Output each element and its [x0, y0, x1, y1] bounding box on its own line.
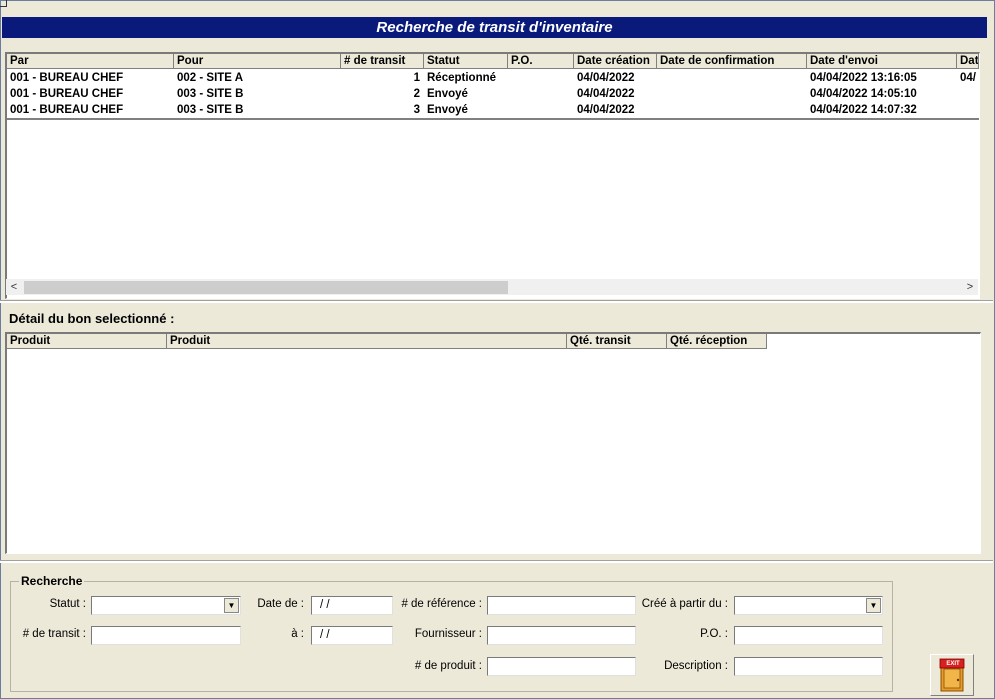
col-header-produit-desc[interactable]: Produit [167, 334, 567, 349]
cell-statut: Envoyé [427, 88, 468, 100]
cell-date-envoi: 04/04/2022 13:16:05 [810, 72, 917, 84]
cell-pour: 003 - SITE B [177, 104, 244, 116]
reference-input[interactable] [487, 596, 636, 615]
cell-date-envoi: 04/04/2022 14:05:10 [810, 88, 917, 100]
cell-transit: 2 [413, 88, 420, 100]
description-label: Description : [664, 660, 728, 672]
po-label: P.O. : [700, 628, 728, 640]
search-legend: Recherche [21, 574, 83, 588]
cell-dat: 04/ [960, 72, 976, 84]
fournisseur-label: Fournisseur : [414, 628, 482, 640]
window-title: Recherche de transit d'inventaire [2, 17, 987, 38]
exit-button[interactable]: EXIT [930, 654, 974, 696]
table-row[interactable]: 001 - BUREAU CHEF 002 - SITE A 1 Récepti… [7, 70, 979, 86]
statut-select[interactable]: ▼ [91, 596, 241, 615]
col-header-qte-reception[interactable]: Qté. réception [667, 334, 767, 349]
scroll-right-button[interactable]: > [962, 279, 978, 295]
chevron-down-icon: ▼ [869, 601, 878, 610]
divider [0, 560, 993, 563]
cell-date-confirmation [657, 70, 807, 86]
col-header-par[interactable]: Par [7, 54, 174, 69]
cree-select[interactable]: ▼ [734, 596, 883, 615]
horizontal-scrollbar[interactable]: < > [6, 279, 978, 295]
col-header-date-confirmation[interactable]: Date de confirmation [657, 54, 807, 69]
cell-par: 001 - BUREAU CHEF [10, 88, 124, 100]
cell-date-confirmation [657, 102, 807, 118]
cell-par: 001 - BUREAU CHEF [10, 72, 124, 84]
produit-input[interactable] [487, 657, 636, 676]
cell-po [508, 86, 574, 102]
exit-label: EXIT [946, 661, 960, 667]
cell-dat [957, 86, 979, 102]
cree-label: Créé à partir du : [641, 598, 728, 610]
cell-par: 001 - BUREAU CHEF [10, 104, 124, 116]
cell-dat [957, 102, 979, 118]
table-row[interactable]: 001 - BUREAU CHEF 003 - SITE B 3 Envoyé … [7, 102, 979, 119]
cell-pour: 003 - SITE B [177, 88, 244, 100]
cell-pour: 002 - SITE A [177, 72, 244, 84]
scroll-thumb[interactable] [24, 281, 508, 294]
fournisseur-input[interactable] [487, 626, 636, 645]
window-icon [0, 0, 7, 7]
date-de-label: Date de : [257, 598, 304, 610]
col-header-pour[interactable]: Pour [174, 54, 341, 69]
a-label: à : [291, 628, 304, 640]
detail-grid[interactable]: Produit Produit Qté. transit Qté. récept… [5, 332, 981, 554]
cell-date-creation: 04/04/2022 [577, 88, 635, 100]
po-input[interactable] [734, 626, 883, 645]
col-header-statut[interactable]: Statut [424, 54, 508, 69]
description-input[interactable] [734, 657, 883, 676]
cell-po [508, 102, 574, 118]
a-input[interactable]: / / [311, 626, 393, 645]
cree-dropdown-button[interactable]: ▼ [866, 598, 881, 613]
divider [0, 300, 993, 303]
col-header-transit[interactable]: # de transit [341, 54, 424, 69]
cell-date-confirmation [657, 86, 807, 102]
scroll-left-button[interactable]: < [6, 279, 22, 295]
cell-date-creation: 04/04/2022 [577, 104, 635, 116]
produit-label: # de produit : [414, 660, 482, 672]
detail-grid-header: Produit Produit Qté. transit Qté. récept… [7, 334, 767, 350]
cell-date-creation: 04/04/2022 [577, 72, 635, 84]
cell-transit: 1 [413, 72, 420, 84]
detail-section-label: Détail du bon selectionné : [9, 311, 175, 326]
cell-statut: Envoyé [427, 104, 468, 116]
chevron-down-icon: ▼ [227, 601, 236, 610]
transit-label: # de transit : [22, 628, 86, 640]
transit-input[interactable] [91, 626, 241, 645]
cell-date-envoi: 04/04/2022 14:07:32 [810, 104, 917, 116]
date-de-input[interactable]: / / [311, 596, 393, 615]
statut-label: Statut : [49, 598, 86, 610]
rows-divider [7, 119, 979, 120]
col-header-dat[interactable]: Dat [957, 54, 979, 69]
cell-po [508, 70, 574, 86]
statut-dropdown-button[interactable]: ▼ [224, 598, 239, 613]
transit-grid[interactable]: Par Pour # de transit Statut P.O. Date c… [5, 52, 980, 299]
col-header-po[interactable]: P.O. [508, 54, 574, 69]
col-header-date-envoi[interactable]: Date d'envoi [807, 54, 957, 69]
col-header-qte-transit[interactable]: Qté. transit [567, 334, 667, 349]
col-header-date-creation[interactable]: Date création [574, 54, 657, 69]
cell-transit: 3 [413, 104, 420, 116]
transit-grid-header: Par Pour # de transit Statut P.O. Date c… [7, 54, 979, 70]
cell-statut: Réceptionné [427, 72, 497, 84]
table-row[interactable]: 001 - BUREAU CHEF 003 - SITE B 2 Envoyé … [7, 86, 979, 102]
reference-label: # de référence : [401, 598, 482, 610]
col-header-produit-code[interactable]: Produit [7, 334, 167, 349]
